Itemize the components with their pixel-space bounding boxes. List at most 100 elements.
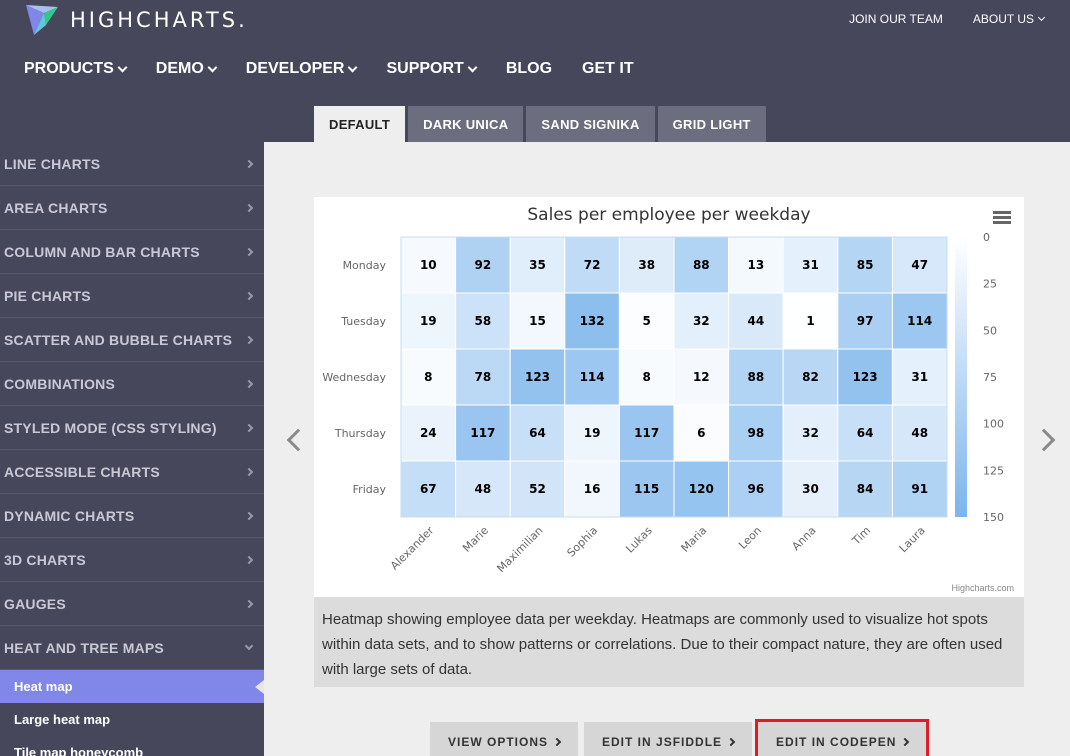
chevron-down-icon <box>467 62 478 72</box>
sidebar-item-pie-charts[interactable]: PIE CHARTS <box>0 274 264 318</box>
nav-developer[interactable]: DEVELOPER <box>246 60 358 78</box>
color-axis-tick-label: 100 <box>983 418 1004 431</box>
heatmap-data-label: 30 <box>802 482 819 496</box>
heatmap-data-label: 19 <box>584 426 601 440</box>
main-nav: PRODUCTS DEMO DEVELOPER SUPPORT BLOG GET… <box>24 60 634 78</box>
sidebar-item-3d-charts[interactable]: 3D CHARTS <box>0 538 264 582</box>
nav-products[interactable]: PRODUCTS <box>24 60 128 78</box>
edit-in-codepen-button[interactable]: EDIT IN CODEPEN <box>755 719 930 756</box>
credits-link[interactable]: Highcharts.com <box>951 583 1014 593</box>
sidebar-item-dynamic-charts[interactable]: DYNAMIC CHARTS <box>0 494 264 538</box>
sidebar-item-label: COLUMN AND BAR CHARTS <box>4 243 200 260</box>
chevron-right-icon <box>244 247 254 256</box>
join-our-team-link[interactable]: JOIN OUR TEAM <box>849 12 943 26</box>
chevron-right-icon <box>244 379 254 388</box>
heatmap-data-label: 91 <box>911 482 928 496</box>
tab-default[interactable]: DEFAULT <box>314 106 406 142</box>
nav-label: PRODUCTS <box>24 60 114 77</box>
y-axis-tick-label: Wednesday <box>322 371 386 384</box>
chevron-right-icon <box>244 291 254 300</box>
heatmap-data-label: 12 <box>693 370 710 384</box>
heatmap-data-label: 123 <box>853 370 878 384</box>
chart-title: Sales per employee per weekday <box>527 205 811 225</box>
chevron-right-icon <box>244 423 254 432</box>
nav-support[interactable]: SUPPORT <box>386 60 478 78</box>
heatmap-data-label: 32 <box>802 426 819 440</box>
sidebar-item-area-charts[interactable]: AREA CHARTS <box>0 186 264 230</box>
color-axis-tick-label: 75 <box>983 371 997 384</box>
sidebar-subitem-tile-map-honeycomb[interactable]: Tile map honeycomb <box>0 736 264 756</box>
sidebar-item-label: GAUGES <box>4 595 66 612</box>
sidebar-item-styled-mode[interactable]: STYLED MODE (CSS STYLING) <box>0 406 264 450</box>
sidebar-item-line-charts[interactable]: LINE CHARTS <box>0 142 264 186</box>
nav-label: DEMO <box>155 60 204 77</box>
heatmap-data-label: 84 <box>857 482 874 496</box>
sidebar-item-label: AREA CHARTS <box>4 199 108 216</box>
heatmap-data-label: 8 <box>424 370 432 384</box>
chevron-right-icon <box>244 159 254 168</box>
sidebar-item-label: 3D CHARTS <box>4 551 86 568</box>
sidebar-item-scatter-bubble-charts[interactable]: SCATTER AND BUBBLE CHARTS <box>0 318 264 362</box>
nav-blog[interactable]: BLOG <box>506 60 552 78</box>
heatmap-data-label: 15 <box>529 314 546 328</box>
chevron-right-icon <box>244 203 254 212</box>
heatmap-data-label: 8 <box>643 370 651 384</box>
heatmap-data-label: 132 <box>580 314 605 328</box>
chevron-right-icon <box>244 335 254 344</box>
y-axis-tick-label: Monday <box>343 259 387 272</box>
sidebar-subitem-large-heat-map[interactable]: Large heat map <box>0 703 264 736</box>
site-header: HIGHCHARTS. JOIN OUR TEAM ABOUT US PRODU… <box>0 0 1070 94</box>
sidebar-item-heat-tree-maps[interactable]: HEAT AND TREE MAPS <box>0 626 264 670</box>
sidebar-item-accessible-charts[interactable]: ACCESSIBLE CHARTS <box>0 450 264 494</box>
heatmap-data-label: 117 <box>634 426 659 440</box>
y-axis-tick-label: Friday <box>353 483 387 496</box>
button-label: EDIT IN CODEPEN <box>776 735 897 749</box>
heatmap-data-label: 58 <box>475 314 492 328</box>
heatmap-data-label: 1 <box>806 314 814 328</box>
heatmap-data-label: 85 <box>857 258 874 272</box>
chevron-right-icon <box>901 737 910 747</box>
nav-label: SUPPORT <box>386 60 464 77</box>
heatmap-data-label: 88 <box>693 258 710 272</box>
tab-sand-signika[interactable]: SAND SIGNIKA <box>526 106 655 142</box>
heatmap-data-label: 72 <box>584 258 601 272</box>
nav-get-it[interactable]: GET IT <box>582 60 634 78</box>
edit-in-jsfiddle-button[interactable]: EDIT IN JSFIDDLE <box>584 722 753 756</box>
hamburger-menu-icon[interactable] <box>993 211 1011 225</box>
sidebar-item-label: LINE CHARTS <box>4 155 101 172</box>
about-us-link[interactable]: ABOUT US <box>973 12 1046 26</box>
logo[interactable]: HIGHCHARTS. <box>24 3 248 37</box>
heatmap-data-label: 115 <box>634 482 659 496</box>
color-axis-gradient <box>955 237 967 517</box>
tab-dark-unica[interactable]: DARK UNICA <box>408 106 524 142</box>
chevron-right-icon <box>244 511 254 520</box>
sidebar-item-combinations[interactable]: COMBINATIONS <box>0 362 264 406</box>
chevron-right-icon <box>244 599 254 608</box>
sidebar-item-column-bar-charts[interactable]: COLUMN AND BAR CHARTS <box>0 230 264 274</box>
heatmap-data-label: 82 <box>802 370 819 384</box>
chevron-right-icon <box>552 737 562 747</box>
x-axis-tick-label: Tim <box>849 524 873 548</box>
color-axis-tick-label: 50 <box>983 324 997 337</box>
x-axis-tick-label: Leon <box>736 524 764 552</box>
heatmap-data-label: 114 <box>907 314 932 328</box>
color-axis-tick-label: 0 <box>983 231 990 244</box>
view-options-button[interactable]: VIEW OPTIONS <box>430 722 579 756</box>
sidebar-subitem-heat-map[interactable]: Heat map <box>0 670 264 703</box>
top-links: JOIN OUR TEAM ABOUT US <box>849 12 1046 26</box>
x-axis-tick-label: Anna <box>789 524 818 553</box>
heatmap-data-label: 97 <box>857 314 874 328</box>
sidebar-item-label: PIE CHARTS <box>4 287 91 304</box>
heatmap-data-label: 5 <box>643 314 651 328</box>
y-axis-tick-label: Tuesday <box>340 315 386 328</box>
tab-grid-light[interactable]: GRID LIGHT <box>657 106 766 142</box>
heatmap-data-label: 31 <box>802 258 819 272</box>
sidebar-item-gauges[interactable]: GAUGES <box>0 582 264 626</box>
nav-demo[interactable]: DEMO <box>155 60 218 78</box>
x-axis-tick-label: Lukas <box>623 524 655 556</box>
chevron-down-icon <box>348 62 358 72</box>
highcharts-logo-icon <box>26 5 58 35</box>
chevron-right-icon <box>726 737 736 747</box>
heatmap-data-label: 67 <box>420 482 437 496</box>
heatmap-data-label: 52 <box>529 482 546 496</box>
